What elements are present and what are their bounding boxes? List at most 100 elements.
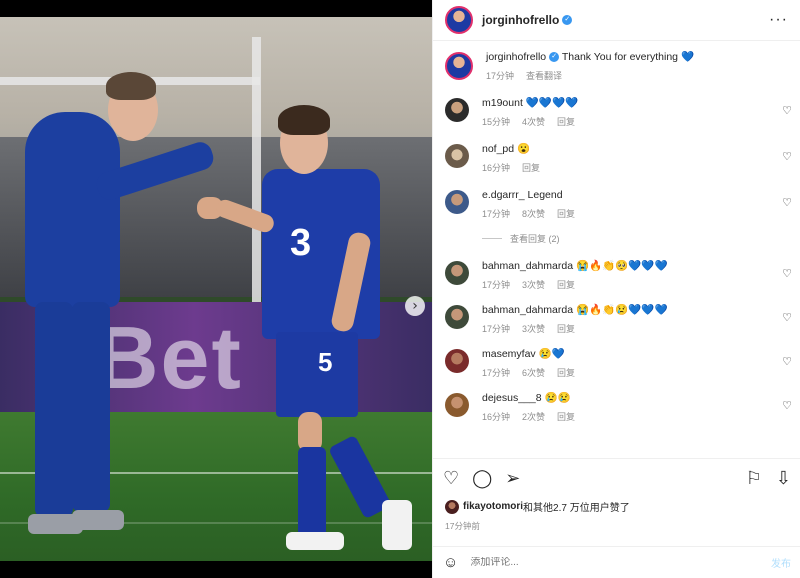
comment-body: dejesus___8 😢😢 16分钟 2次赞 回复 (482, 391, 788, 423)
reply-link[interactable]: 回复 (557, 366, 575, 379)
avatar[interactable] (445, 305, 469, 329)
reply-link[interactable]: 回复 (557, 278, 575, 291)
photo-advert-text: Bet (95, 308, 243, 407)
emoji-icon[interactable]: ☺ (443, 554, 458, 571)
comment-like-icon[interactable]: ♡ (782, 267, 792, 280)
comment-username[interactable]: nof_pd (482, 143, 514, 155)
player-knee (298, 412, 322, 452)
post-comment-button[interactable]: 发布 (771, 555, 791, 570)
comment-body: masemyfav 😢💙 17分钟 6次赞 回复 (482, 347, 788, 379)
comment-meta: 16分钟 2次赞 回复 (482, 410, 788, 423)
coach-hair (106, 72, 156, 100)
comment-icon[interactable]: ◯ (472, 468, 492, 489)
comment-item: bahman_dahmarda 😭🔥👏🥺💙💙💙 17分钟 3次赞 回复 ♡ (433, 259, 800, 291)
next-image-button[interactable]: › (405, 296, 425, 316)
add-comment-bar: ☺ 发布 (433, 546, 800, 578)
player-number: 5 (318, 347, 333, 377)
comment-item: dejesus___8 😢😢 16分钟 2次赞 回复 ♡ (433, 391, 800, 423)
avatar[interactable] (445, 349, 469, 373)
comment-time: 17分钟 (482, 368, 511, 378)
likes-user[interactable]: fikayotomori (463, 501, 523, 512)
comment-text: dejesus___8 😢😢 (482, 391, 788, 406)
post-side-panel: jorginhofrello ✓ ··· jorginhofrello ✓ Tha… (432, 0, 800, 578)
avatar[interactable] (445, 261, 469, 285)
comment-meta: 17分钟 6次赞 回复 (482, 366, 788, 379)
comment-like-icon[interactable]: ♡ (782, 399, 792, 412)
comment-like-icon[interactable]: ♡ (782, 355, 792, 368)
heart-icon[interactable]: ♡ (443, 468, 459, 489)
player-shorts (276, 332, 358, 417)
comment-likes[interactable]: 6次赞 (522, 366, 545, 379)
comment-username[interactable]: masemyfav (482, 348, 536, 360)
post-username[interactable]: jorginhofrello (482, 13, 559, 27)
view-replies-label[interactable]: 查看回复 (2) (510, 232, 560, 245)
comment-message: 😭🔥👏🥺💙💙💙 (576, 260, 668, 272)
bookmark-icon[interactable]: ⚐ (746, 468, 762, 489)
avatar[interactable] (445, 190, 469, 214)
comment-text: bahman_dahmarda 😭🔥👏😢💙💙💙 (482, 303, 788, 318)
comment-username[interactable]: bahman_dahmarda (482, 304, 573, 316)
reply-link[interactable]: 回复 (557, 410, 575, 423)
comment-likes[interactable]: 2次赞 (522, 410, 545, 423)
coach-shoe (72, 510, 124, 530)
comment-username[interactable]: e.dgarrr_ (482, 189, 525, 201)
comment-message: 😭🔥👏😢💙💙💙 (576, 304, 668, 316)
media-bottom-bar (0, 561, 432, 578)
comment-time: 16分钟 (482, 412, 511, 422)
avatar[interactable] (445, 499, 459, 514)
avatar[interactable] (445, 52, 473, 80)
coach-coat (25, 112, 120, 307)
comment-like-icon[interactable]: ♡ (782, 196, 792, 209)
comment-likes[interactable]: 8次赞 (522, 207, 545, 220)
comment-like-icon[interactable]: ♡ (782, 311, 792, 324)
comment-meta: 17分钟 8次赞 回复 (482, 207, 788, 220)
likes-rest[interactable]: 和其他2.7 万位用户赞了 (523, 499, 630, 514)
comment-item: masemyfav 😢💙 17分钟 6次赞 回复 ♡ (433, 347, 800, 379)
likes-summary: fikayotomori 和其他2.7 万位用户赞了 (445, 499, 630, 514)
caption-text: jorginhofrello ✓ Thank You for everything… (486, 50, 788, 65)
reply-link[interactable]: 回复 (522, 161, 540, 174)
comment-list: jorginhofrello ✓ Thank You for everything… (433, 41, 800, 461)
comment-time: 17分钟 (482, 324, 511, 334)
reply-link[interactable]: 回复 (557, 207, 575, 220)
comment-like-icon[interactable]: ♡ (782, 104, 792, 117)
comment-body: m19ount 💙💙💙💙 15分钟 4次赞 回复 (482, 96, 788, 128)
reply-link[interactable]: 回复 (557, 115, 575, 128)
comment-username[interactable]: m19ount (482, 97, 523, 109)
player-hair (278, 105, 330, 135)
comment-text: m19ount 💙💙💙💙 (482, 96, 788, 111)
share-icon[interactable]: ➢ (505, 468, 520, 489)
coach-leg (72, 302, 110, 512)
avatar[interactable] (445, 144, 469, 168)
translate-link[interactable]: 查看翻译 (526, 69, 562, 82)
comment-likes[interactable]: 3次赞 (522, 278, 545, 291)
more-options-icon[interactable]: ··· (769, 11, 788, 29)
comment-text: masemyfav 😢💙 (482, 347, 788, 362)
comment-username[interactable]: bahman_dahmarda (482, 260, 573, 272)
caption-message: Thank You for everything (561, 51, 679, 63)
comment-item: m19ount 💙💙💙💙 15分钟 4次赞 回复 ♡ (433, 96, 800, 128)
comment-item: e.dgarrr_ Legend 17分钟 8次赞 回复 ♡ (433, 188, 800, 220)
avatar[interactable] (445, 6, 473, 34)
caption-username[interactable]: jorginhofrello (486, 51, 546, 63)
player-sponsor: 3 (290, 222, 312, 264)
comment-username[interactable]: dejesus___8 (482, 392, 542, 404)
avatar[interactable] (445, 393, 469, 417)
comment-input[interactable] (470, 557, 731, 568)
comment-likes[interactable]: 4次赞 (522, 115, 545, 128)
reply-link[interactable]: 回复 (557, 322, 575, 335)
comment-like-icon[interactable]: ♡ (782, 150, 792, 163)
comment-body: bahman_dahmarda 😭🔥👏😢💙💙💙 17分钟 3次赞 回复 (482, 303, 788, 335)
comment-meta: 17分钟 3次赞 回复 (482, 278, 788, 291)
comment-message: 💙💙💙💙 (525, 97, 579, 109)
comment-time: 17分钟 (482, 280, 511, 290)
avatar[interactable] (445, 98, 469, 122)
post-modal: Bet 3 5 › jorginhofrello ✓ ··· jorginhof… (0, 0, 800, 578)
comment-likes[interactable]: 3次赞 (522, 322, 545, 335)
media-top-bar (0, 0, 432, 17)
comment-message: 😢💙 (538, 348, 565, 360)
comment-time: 17分钟 (482, 209, 511, 219)
download-icon[interactable]: ⇩ (776, 468, 791, 489)
view-replies[interactable]: 查看回复 (2) (482, 232, 800, 245)
comment-text: e.dgarrr_ Legend (482, 188, 788, 203)
